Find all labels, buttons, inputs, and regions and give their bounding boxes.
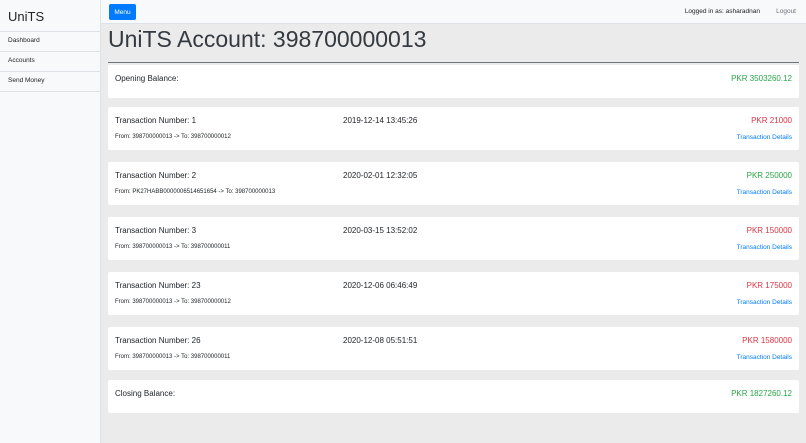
transaction-card: Transaction Number: 23 2020-12-06 06:46:… (108, 272, 799, 315)
transaction-number: Transaction Number: 26 (115, 336, 201, 345)
transaction-card: Transaction Number: 3 2020-03-15 13:52:0… (108, 217, 799, 260)
transaction-details-link[interactable]: Transaction Details (737, 189, 792, 196)
logged-in-user: Logged in as: asharadnan (684, 8, 760, 15)
title-divider (108, 62, 799, 63)
transaction-details-link[interactable]: Transaction Details (737, 244, 792, 251)
opening-balance-card: Opening Balance: PKR 3503260.12 (108, 65, 799, 98)
transaction-number: Transaction Number: 3 (115, 226, 197, 235)
transaction-number: Transaction Number: 2 (115, 171, 197, 180)
transaction-number: Transaction Number: 1 (115, 116, 197, 125)
transaction-details-link[interactable]: Transaction Details (737, 299, 792, 306)
transaction-date: 2019-12-14 13:45:26 (343, 116, 418, 125)
page-title: UniTS Account: 398700000013 (108, 26, 427, 52)
transaction-route: From: 398700000013 -> To: 398700000011 (115, 354, 231, 360)
opening-balance-amount: PKR 3503260.12 (731, 74, 792, 83)
transaction-card: Transaction Number: 1 2019-12-14 13:45:2… (108, 107, 799, 150)
transaction-date: 2020-02-01 12:32:05 (343, 171, 418, 180)
transaction-amount: PKR 21000 (751, 116, 792, 125)
topbar: Menu Logged in as: asharadnan Logout (101, 0, 806, 24)
transaction-details-link[interactable]: Transaction Details (737, 354, 792, 361)
transaction-date: 2020-12-08 05:51:51 (343, 336, 418, 345)
sidebar-item-dashboard[interactable]: Dashboard (0, 32, 100, 52)
brand-logo[interactable]: UniTS (0, 0, 100, 32)
transaction-amount: PKR 175000 (746, 281, 792, 290)
closing-balance-amount: PKR 1827260.12 (731, 389, 792, 398)
menu-button[interactable]: Menu (109, 4, 136, 20)
transaction-route: From: 398700000013 -> To: 398700000012 (115, 299, 231, 305)
closing-balance-label: Closing Balance: (115, 389, 176, 398)
sidebar-item-accounts[interactable]: Accounts (0, 52, 100, 72)
transaction-card: Transaction Number: 26 2020-12-08 05:51:… (108, 327, 799, 370)
transaction-card: Transaction Number: 2 2020-02-01 12:32:0… (108, 162, 799, 205)
transaction-number: Transaction Number: 23 (115, 281, 201, 290)
transaction-route: From: PK27HABB0000006514651654 -> To: 39… (115, 189, 276, 195)
transaction-amount: PKR 1580000 (742, 336, 792, 345)
transaction-details-link[interactable]: Transaction Details (737, 134, 792, 141)
sidebar-item-send-money[interactable]: Send Money (0, 72, 100, 92)
transaction-route: From: 398700000013 -> To: 398700000011 (115, 244, 231, 250)
opening-balance-label: Opening Balance: (115, 74, 179, 83)
transaction-date: 2020-12-06 06:46:49 (343, 281, 418, 290)
transaction-amount: PKR 250000 (746, 171, 792, 180)
logout-link[interactable]: Logout (776, 8, 796, 15)
transaction-amount: PKR 150000 (746, 226, 792, 235)
transaction-date: 2020-03-15 13:52:02 (343, 226, 418, 235)
transaction-route: From: 398700000013 -> To: 398700000012 (115, 134, 231, 140)
sidebar: UniTS Dashboard Accounts Send Money (0, 0, 101, 443)
closing-balance-card: Closing Balance: PKR 1827260.12 (108, 380, 799, 413)
